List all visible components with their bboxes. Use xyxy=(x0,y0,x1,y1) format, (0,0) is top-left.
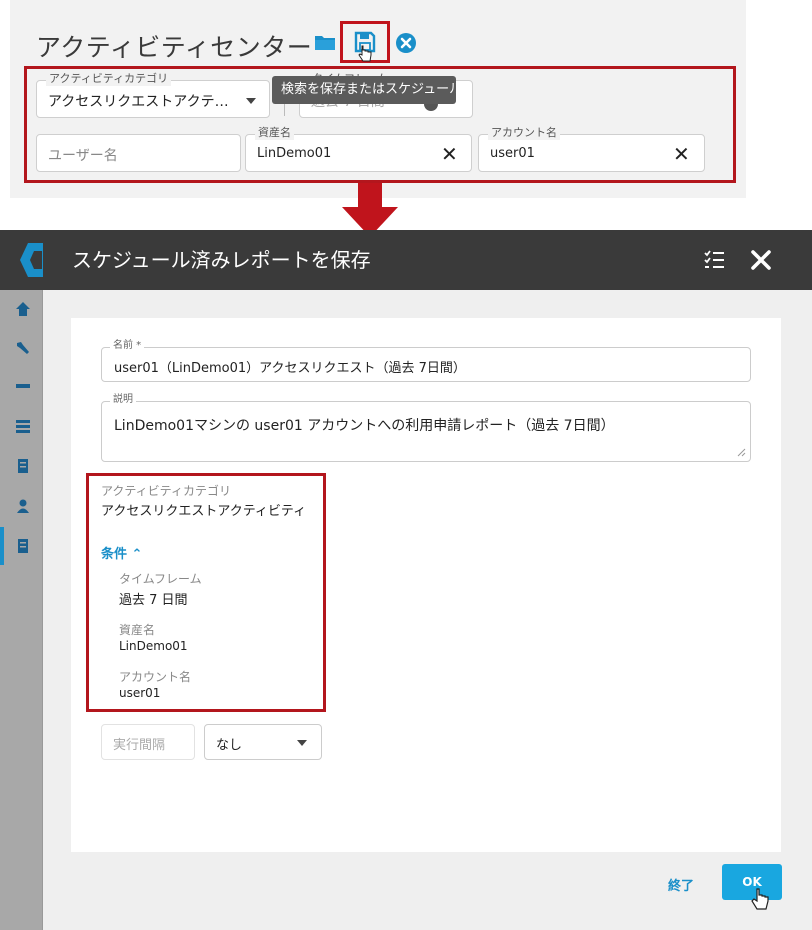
hand-cursor-icon xyxy=(358,45,372,62)
checklist-icon[interactable] xyxy=(703,249,725,271)
database-icon[interactable] xyxy=(15,458,31,474)
chevron-down-icon xyxy=(297,740,307,746)
category-value: アクセスリクエストアクテ… xyxy=(48,94,229,110)
asset-label: 資産名 xyxy=(255,126,294,140)
folder-icon[interactable] xyxy=(314,34,336,51)
dialog-category-label: アクティビティカテゴリ xyxy=(101,484,231,498)
interval-label-box: 実行間隔 xyxy=(101,724,195,760)
username-input[interactable]: ユーザー名 xyxy=(36,134,241,172)
list-icon[interactable] xyxy=(15,418,31,434)
page-title: アクティビティセンター xyxy=(36,33,313,62)
dialog-title: スケジュール済みレポートを保存 xyxy=(72,248,371,272)
user-icon[interactable] xyxy=(15,498,31,514)
chevron-down-icon xyxy=(246,98,256,104)
interval-value: なし xyxy=(216,738,243,753)
home-icon[interactable] xyxy=(15,301,31,317)
app-sidebar xyxy=(0,230,43,930)
name-label: 名前 * xyxy=(110,340,145,352)
end-button[interactable]: 終了 xyxy=(668,875,694,894)
condition-account-value: user01 xyxy=(119,686,161,700)
category-label: アクティビティカテゴリ xyxy=(46,72,172,86)
condition-timeframe-value: 過去 7 日間 xyxy=(119,593,188,608)
condition-asset-value: LinDemo01 xyxy=(119,639,188,653)
asset-input[interactable]: 資産名 LinDemo01 ✕ xyxy=(245,126,472,172)
hand-cursor-icon xyxy=(751,888,769,910)
condition-timeframe-label: タイムフレーム xyxy=(119,572,202,586)
condition-asset-label: 資産名 xyxy=(119,623,156,637)
close-icon[interactable] xyxy=(749,248,773,272)
name-value: user01（LinDemo01）アクセスリクエスト（過去 7日間） xyxy=(114,361,466,376)
nav-active-indicator xyxy=(0,527,4,565)
report-icon[interactable] xyxy=(15,538,31,554)
dialog-category-value: アクセスリクエストアクティビティ xyxy=(101,504,307,519)
clear-account-icon[interactable]: ✕ xyxy=(673,144,690,164)
category-select[interactable]: アクティビティカテゴリ アクセスリクエストアクテ… xyxy=(36,72,270,118)
account-input[interactable]: アカウント名 user01 ✕ xyxy=(478,126,705,172)
account-value: user01 xyxy=(490,146,535,161)
asset-value: LinDemo01 xyxy=(257,146,332,161)
description-value: LinDemo01マシンの user01 アカウントへの利用申請レポート（過去 … xyxy=(114,418,615,434)
interval-select[interactable]: なし xyxy=(204,724,322,760)
report-name-input[interactable]: 名前 * user01（LinDemo01）アクセスリクエスト（過去 7日間） xyxy=(101,340,751,382)
asset-icon[interactable] xyxy=(15,378,31,394)
save-tooltip: 検索を保存またはスケジュール xyxy=(272,76,462,104)
account-label: アカウント名 xyxy=(488,126,560,140)
interval-label: 実行間隔 xyxy=(113,738,166,753)
description-label: 説明 xyxy=(110,394,136,406)
username-placeholder: ユーザー名 xyxy=(48,148,118,164)
clear-asset-icon[interactable]: ✕ xyxy=(441,144,458,164)
resize-handle-icon[interactable] xyxy=(736,447,746,457)
tools-icon[interactable] xyxy=(15,340,31,356)
clear-icon[interactable] xyxy=(395,32,417,54)
condition-account-label: アカウント名 xyxy=(119,670,192,684)
description-textarea[interactable]: 説明 LinDemo01マシンの user01 アカウントへの利用申請レポート（… xyxy=(101,394,751,462)
conditions-toggle[interactable]: 条件 ⌃ xyxy=(101,543,142,562)
